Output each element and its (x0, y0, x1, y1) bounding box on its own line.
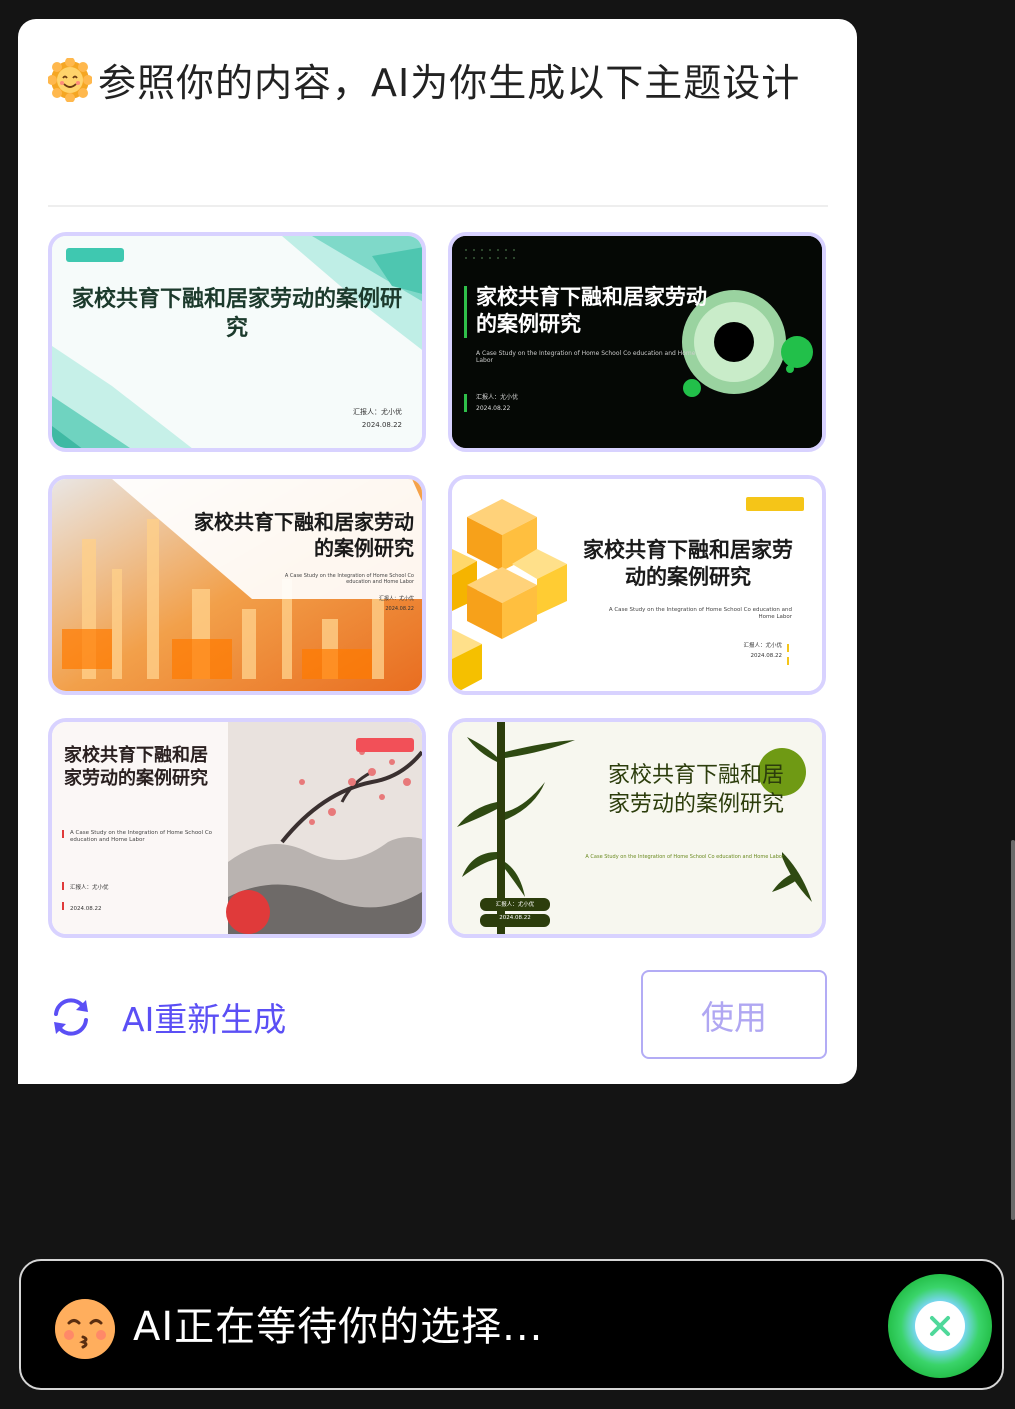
theme-3-date: 2024.08.22 (385, 605, 414, 612)
theme-option-2[interactable]: 家校共育下融和居家劳动的案例研究 A Case Study on the Int… (448, 232, 826, 452)
theme-4-date: 2024.08.22 (750, 653, 783, 660)
theme-3-meta: 汇报人：尤小优 2024.08.22 (352, 595, 414, 614)
theme-option-4[interactable]: 家校共育下融和居家劳动的案例研究 A Case Study on the Int… (448, 475, 826, 695)
theme-4-reporter: 汇报人：尤小优 (743, 643, 782, 649)
theme-2-title: 家校共育下融和居家劳动的案例研究 (476, 285, 707, 337)
theme-2-meta: 汇报人：尤小优 2024.08.22 (476, 392, 518, 415)
regenerate-button[interactable]: AI重新生成 (48, 992, 286, 1042)
theme-2-background (452, 236, 822, 448)
theme-3-reporter: 汇报人：尤小优 (378, 596, 414, 602)
theme-5-subtitle: A Case Study on the Integration of Home … (70, 830, 213, 843)
theme-option-3[interactable]: 家校共育下融和居家劳动的案例研究 A Case Study on the Int… (48, 475, 426, 695)
theme-6-date: 2024.08.22 (499, 915, 531, 922)
theme-option-1[interactable]: 家校共育下融和居家劳动的案例研究 汇报人：尤小优 2024.08.22 (48, 232, 426, 452)
theme-3-title: 家校共育下融和居家劳动的案例研究 (194, 510, 414, 560)
theme-option-5[interactable]: 家校共育下融和居家劳动的案例研究 A Case Study on the Int… (48, 718, 426, 938)
theme-6-title: 家校共育下融和居家劳动的案例研究 (607, 763, 784, 817)
close-orb-button[interactable] (887, 1273, 993, 1379)
theme-3-subtitle: A Case Study on the Integration of Home … (284, 573, 414, 585)
ai-status-text: AI正在等待你的选择... (133, 1304, 544, 1350)
kissing-face-emoji-icon (55, 1299, 115, 1359)
use-button[interactable]: 使用 (641, 970, 827, 1059)
theme-2-subtitle: A Case Study on the Integration of Home … (476, 350, 696, 365)
theme-5-title: 家校共育下融和居家劳动的案例研究 (64, 745, 208, 790)
ai-status-bar: AI正在等待你的选择... (19, 1259, 1004, 1390)
theme-4-title: 家校共育下融和居家劳动的案例研究 (583, 538, 793, 590)
dialog-title: 参照你的内容，AI为你生成以下主题设计 (48, 50, 818, 116)
theme-1-reporter: 汇报人：尤小优 (353, 408, 402, 416)
scrollbar[interactable] (1011, 840, 1015, 1220)
theme-4-subtitle: A Case Study on the Integration of Home … (608, 607, 792, 620)
theme-4-meta: 汇报人：尤小优 2024.08.22 (712, 641, 782, 662)
theme-5-date: 2024.08.22 (70, 905, 102, 912)
theme-6-subtitle: A Case Study on the Integration of Home … (585, 854, 784, 860)
divider (48, 205, 828, 207)
theme-5-reporter: 汇报人：尤小优 (70, 885, 109, 891)
smiling-sun-emoji-icon (48, 58, 92, 102)
dialog-title-text: 参照你的内容，AI为你生成以下主题设计 (98, 61, 801, 105)
theme-2-reporter: 汇报人：尤小优 (476, 394, 519, 401)
regenerate-label: AI重新生成 (122, 1000, 287, 1039)
theme-1-title: 家校共育下融和居家劳动的案例研究 (71, 287, 402, 341)
theme-5-meta: 汇报人：尤小优 2024.08.22 (70, 878, 109, 920)
theme-6-meta: 汇报人：尤小优 2024.08.22 (480, 899, 550, 925)
theme-1-date: 2024.08.22 (361, 421, 402, 430)
theme-1-meta: 汇报人：尤小优 2024.08.22 (352, 406, 402, 433)
refresh-icon (54, 998, 88, 1036)
theme-2-date: 2024.08.22 (476, 405, 511, 413)
theme-option-6[interactable]: 家校共育下融和居家劳动的案例研究 A Case Study on the Int… (448, 718, 826, 938)
theme-6-reporter: 汇报人：尤小优 (495, 902, 535, 908)
